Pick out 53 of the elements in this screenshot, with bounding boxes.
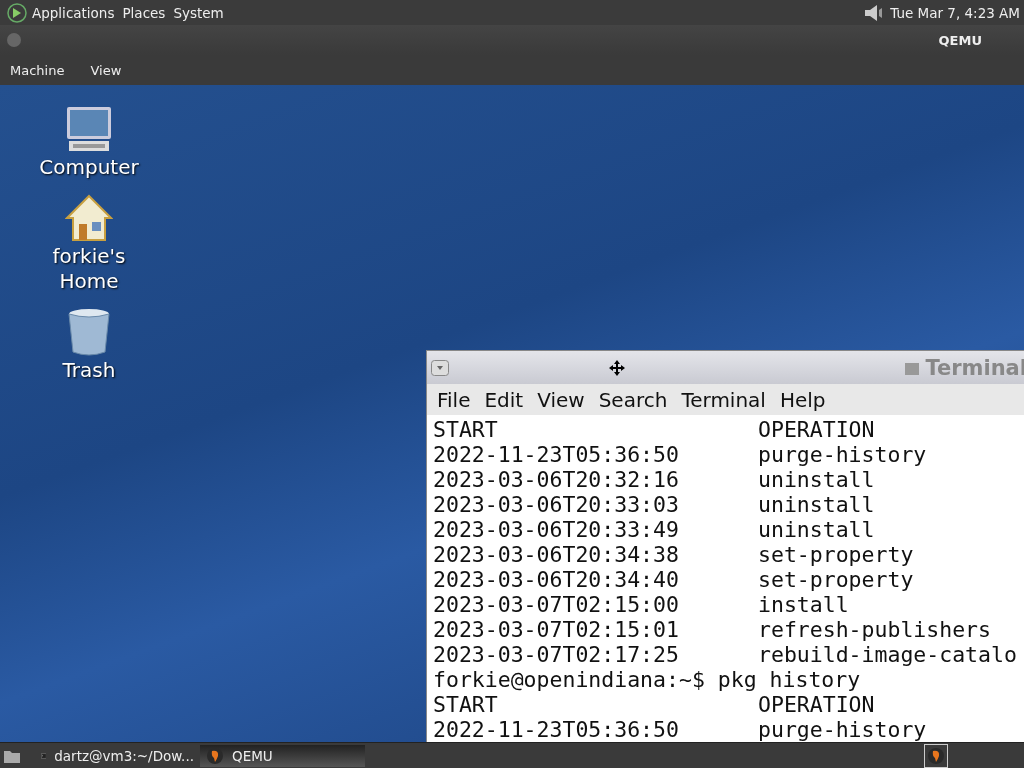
qemu-tray-icon (927, 747, 945, 765)
menu-item[interactable]: Terminal (681, 387, 766, 412)
terminal-text: uninstall (758, 517, 875, 542)
folder-icon[interactable] (3, 748, 21, 764)
menu-item[interactable]: View (90, 62, 122, 78)
qemu-icon (206, 747, 224, 765)
terminal-text: refresh-publishers (758, 617, 991, 642)
menu-item[interactable]: Help (779, 387, 826, 412)
terminal-text: OPERATION (758, 692, 875, 717)
terminal-text: 2023-03-06T20:33:49 (433, 517, 680, 542)
computer-icon (65, 105, 113, 153)
terminal-text: 2023-03-06T20:34:40 (433, 567, 680, 592)
logo-icon[interactable] (6, 1, 28, 24)
taskbar-button[interactable]: QEMU (200, 745, 365, 767)
terminal-text: purge-history (758, 442, 927, 467)
terminal-text: 2023-03-07T02:17:25 (433, 642, 680, 667)
menu-item[interactable]: View (537, 387, 585, 412)
desktop-icon-label[interactable]: Computer (29, 155, 149, 180)
terminal-text: 2023-03-06T20:33:03 (433, 492, 680, 517)
panel-menu[interactable]: Places (122, 4, 174, 21)
terminal-text: 2023-03-06T20:32:16 (433, 467, 680, 492)
taskbar-button[interactable]: dartz@vm3:~/Dow... (35, 745, 200, 767)
terminal-text: purge-history (758, 717, 927, 742)
terminal-text: 2022-11-23T05:36:50 (433, 717, 680, 742)
terminal-text: uninstall (758, 467, 875, 492)
terminal-text: 2023-03-07T02:15:01 (433, 617, 680, 642)
desktop-icon-label[interactable]: forkie's Home (29, 244, 149, 294)
move-cursor-icon (609, 359, 625, 376)
menu-item[interactable]: File (437, 387, 471, 412)
terminal-text: 2023-03-07T02:15:00 (433, 592, 680, 617)
terminal-text: START (433, 417, 499, 442)
menu-item[interactable]: Edit (484, 387, 524, 412)
terminal-command: forkie@openindiana:~$ pkg history (433, 667, 861, 692)
terminal-text: rebuild-image-catalo (758, 642, 1017, 667)
terminal-text: OPERATION (758, 417, 875, 442)
house-icon (65, 194, 113, 242)
menu-item[interactable]: Machine (10, 62, 65, 78)
terminal-text: 2023-03-06T20:34:38 (433, 542, 680, 567)
terminal-text: set-property (758, 542, 914, 567)
terminal-text: install (758, 592, 849, 617)
desktop-icon-label[interactable]: Trash (29, 358, 149, 383)
terminal-icon (905, 362, 920, 375)
window-title: QEMU (938, 32, 982, 48)
terminal-text: set-property (758, 567, 914, 592)
panel-menu[interactable]: Applications (32, 4, 123, 21)
clock[interactable]: Tue Mar 7, 4:23 AM (890, 4, 1024, 21)
terminal-text: 2022-11-23T05:36:50 (433, 442, 680, 467)
terminal-text: START (433, 692, 499, 717)
menu-item[interactable]: Search (598, 387, 668, 412)
trash-icon (67, 308, 111, 356)
panel-menu[interactable]: System (173, 4, 232, 21)
window-menu-icon[interactable] (431, 359, 449, 376)
terminal-text: uninstall (758, 492, 875, 517)
